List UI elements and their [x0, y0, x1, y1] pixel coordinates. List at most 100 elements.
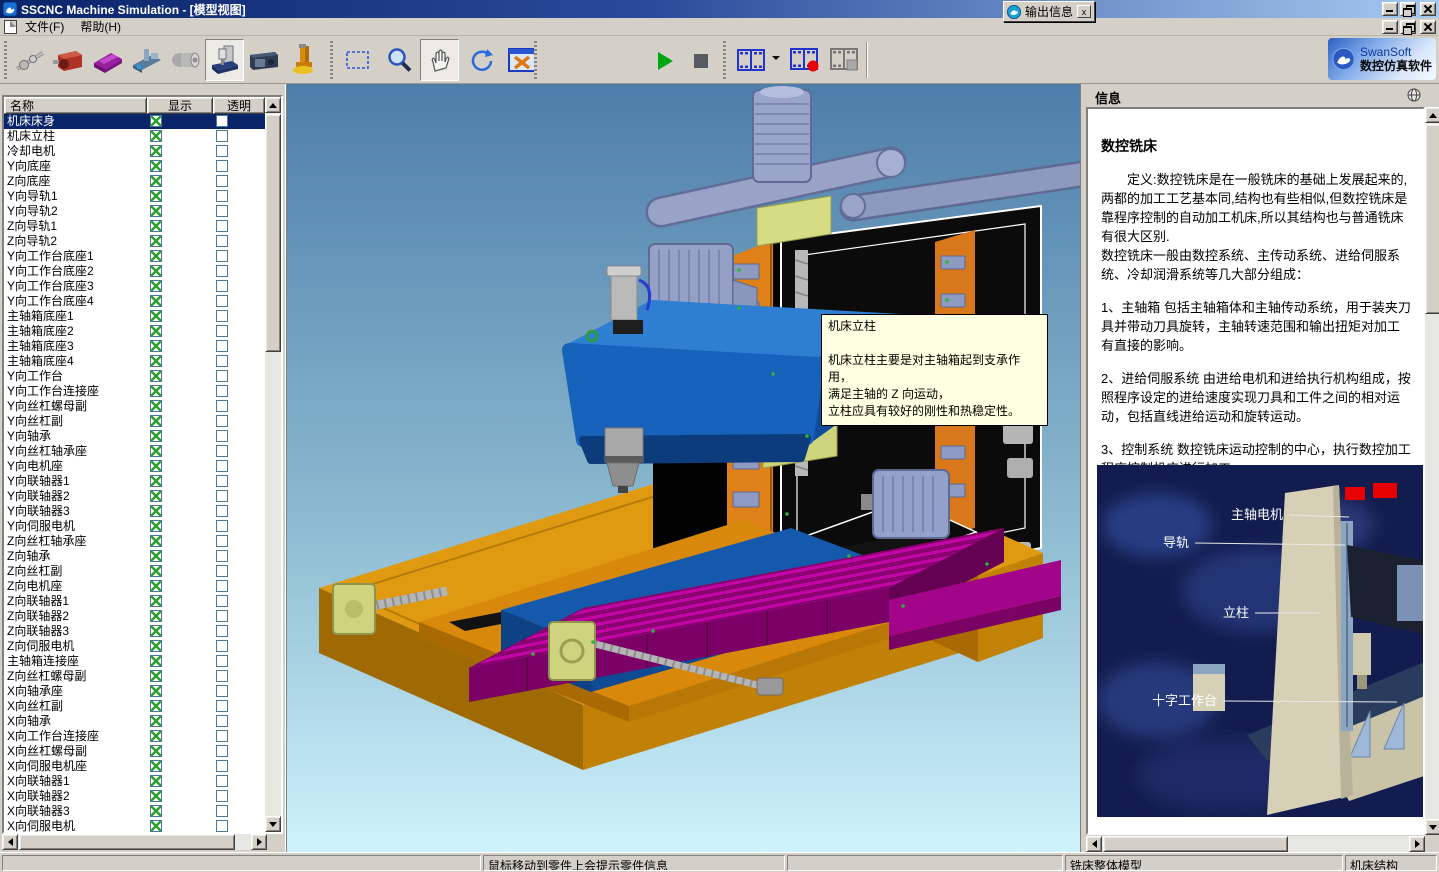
lathe-machine-icon[interactable] [244, 39, 283, 81]
show-checkbox[interactable] [150, 265, 162, 277]
show-checkbox[interactable] [150, 475, 162, 487]
parts-row[interactable]: Y向轴承 [4, 429, 265, 444]
transparent-checkbox[interactable] [216, 820, 228, 832]
parts-row[interactable]: Y向导轨2 [4, 204, 265, 219]
scroll-thumb[interactable] [1425, 124, 1439, 314]
scroll-up-button[interactable] [265, 97, 281, 113]
show-checkbox[interactable] [150, 550, 162, 562]
scroll-down-button[interactable] [265, 816, 281, 832]
stop-button[interactable] [684, 46, 718, 76]
scroll-up-button[interactable] [1425, 107, 1439, 123]
parts-row[interactable]: Z向丝杠轴承座 [4, 534, 265, 549]
parts-row[interactable]: Y向电机座 [4, 459, 265, 474]
show-checkbox[interactable] [150, 205, 162, 217]
show-checkbox[interactable] [150, 310, 162, 322]
transparent-checkbox[interactable] [216, 700, 228, 712]
parts-row[interactable]: 机床立柱 [4, 129, 265, 144]
transparent-checkbox[interactable] [216, 640, 228, 652]
parts-row[interactable]: Z向轴承 [4, 549, 265, 564]
child-close-button[interactable] [1420, 20, 1436, 34]
parts-row[interactable]: 主轴箱底座2 [4, 324, 265, 339]
transparent-checkbox[interactable] [216, 550, 228, 562]
toolbar-grip[interactable] [723, 41, 726, 79]
model-viewport[interactable]: 机床立柱 机床立柱主要是对主轴箱起到支承作用， 满足主轴的 Z 向运动， 立柱应… [286, 84, 1080, 852]
transparent-checkbox[interactable] [216, 430, 228, 442]
parts-row[interactable]: 主轴箱底座3 [4, 339, 265, 354]
show-checkbox[interactable] [150, 130, 162, 142]
show-checkbox[interactable] [150, 640, 162, 652]
parts-row[interactable]: 机床床身 [4, 114, 265, 129]
transparent-checkbox[interactable] [216, 415, 228, 427]
play-button[interactable] [648, 46, 682, 76]
parts-row[interactable]: Y向丝杠螺母副 [4, 399, 265, 414]
scroll-thumb[interactable] [19, 834, 235, 850]
transparent-checkbox[interactable] [216, 340, 228, 352]
film-record-button[interactable] [786, 39, 824, 81]
show-checkbox[interactable] [150, 730, 162, 742]
show-checkbox[interactable] [150, 400, 162, 412]
parts-row[interactable]: Y向工作台底座3 [4, 279, 265, 294]
transparent-checkbox[interactable] [216, 370, 228, 382]
parts-row[interactable]: Y向联轴器3 [4, 504, 265, 519]
show-checkbox[interactable] [150, 190, 162, 202]
column-header-show[interactable]: 显示 [147, 97, 213, 114]
transparent-checkbox[interactable] [216, 805, 228, 817]
show-checkbox[interactable] [150, 280, 162, 292]
transparent-checkbox[interactable] [216, 745, 228, 757]
show-checkbox[interactable] [150, 685, 162, 697]
spindle-unit-icon[interactable] [166, 39, 205, 81]
parts-row[interactable]: X向伺服电机座 [4, 759, 265, 774]
parts-row[interactable]: Z向丝杠副 [4, 564, 265, 579]
parts-row[interactable]: X向联轴器2 [4, 789, 265, 804]
transparent-checkbox[interactable] [216, 280, 228, 292]
show-checkbox[interactable] [150, 505, 162, 517]
parts-row[interactable]: 主轴箱连接座 [4, 654, 265, 669]
transparent-checkbox[interactable] [216, 475, 228, 487]
transparent-checkbox[interactable] [216, 580, 228, 592]
show-checkbox[interactable] [150, 700, 162, 712]
show-checkbox[interactable] [150, 115, 162, 127]
show-checkbox[interactable] [150, 430, 162, 442]
show-checkbox[interactable] [150, 220, 162, 232]
show-checkbox[interactable] [150, 760, 162, 772]
parts-row[interactable]: Y向工作台连接座 [4, 384, 265, 399]
transparent-checkbox[interactable] [216, 445, 228, 457]
transparent-checkbox[interactable] [216, 670, 228, 682]
parts-row[interactable]: Z向联轴器1 [4, 594, 265, 609]
transparent-checkbox[interactable] [216, 400, 228, 412]
transparent-checkbox[interactable] [216, 505, 228, 517]
show-checkbox[interactable] [150, 340, 162, 352]
parts-row[interactable]: Z向底座 [4, 174, 265, 189]
rotate-icon[interactable] [461, 39, 500, 81]
show-checkbox[interactable] [150, 460, 162, 472]
show-checkbox[interactable] [150, 520, 162, 532]
zoom-icon[interactable] [379, 39, 418, 81]
info-hscrollbar[interactable] [1086, 836, 1425, 852]
toolbar-grip[interactable] [534, 41, 537, 79]
close-button[interactable] [1420, 2, 1436, 16]
transparent-checkbox[interactable] [216, 145, 228, 157]
show-checkbox[interactable] [150, 535, 162, 547]
transparent-checkbox[interactable] [216, 250, 228, 262]
minimize-button[interactable] [1382, 2, 1398, 16]
parts-row[interactable]: Y向联轴器2 [4, 489, 265, 504]
menu-file[interactable]: 文件(F) [17, 17, 72, 36]
show-checkbox[interactable] [150, 145, 162, 157]
select-box-icon[interactable] [338, 39, 377, 81]
parts-row[interactable]: X向丝杠螺母副 [4, 744, 265, 759]
transparent-checkbox[interactable] [216, 175, 228, 187]
show-checkbox[interactable] [150, 595, 162, 607]
show-checkbox[interactable] [150, 370, 162, 382]
parts-row[interactable]: Z向导轨1 [4, 219, 265, 234]
show-checkbox[interactable] [150, 415, 162, 427]
transparent-checkbox[interactable] [216, 610, 228, 622]
parts-vscrollbar[interactable] [265, 97, 281, 832]
film-stop-button[interactable] [826, 39, 864, 81]
transparent-checkbox[interactable] [216, 355, 228, 367]
parts-row[interactable]: Z向电机座 [4, 579, 265, 594]
parts-row[interactable]: Z向联轴器3 [4, 624, 265, 639]
transparent-checkbox[interactable] [216, 655, 228, 667]
output-info-floater[interactable]: 输出信息 x [1003, 1, 1095, 22]
transparent-checkbox[interactable] [216, 715, 228, 727]
parts-row[interactable]: X向伺服电机 [4, 819, 265, 832]
